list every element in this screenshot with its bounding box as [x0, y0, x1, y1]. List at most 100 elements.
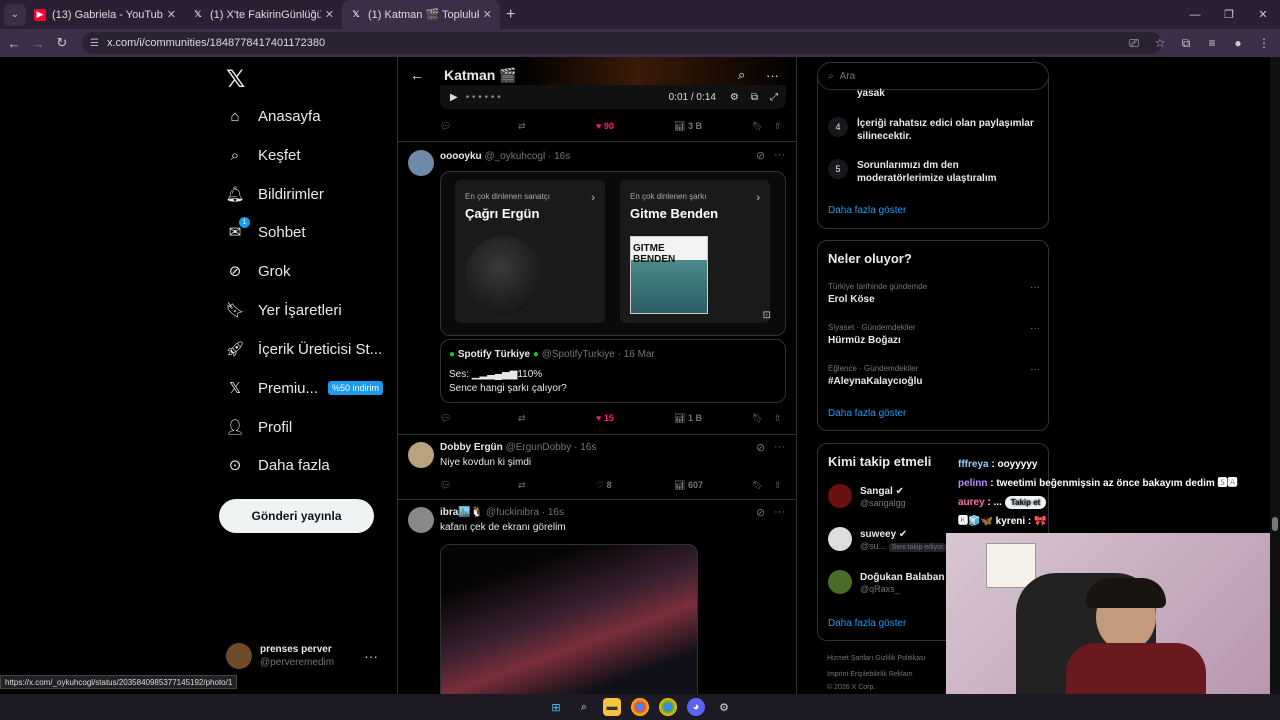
- alt-text-icon[interactable]: ⊡: [763, 310, 771, 321]
- follow-suggestion[interactable]: Sangal ✔ @sangalgg: [828, 484, 906, 508]
- avatar[interactable]: [408, 150, 434, 176]
- more-icon[interactable]: ···: [1030, 323, 1040, 334]
- avatar[interactable]: [408, 507, 434, 533]
- views-button[interactable]: 📊︎ 3 B: [674, 121, 702, 132]
- minimize-icon[interactable]: —: [1178, 9, 1212, 21]
- follow-suggestion[interactable]: suweey ✔ @su... Seni takip ediyor: [828, 527, 947, 552]
- url-field[interactable]: ☰ x.com/i/communities/184877841740117238…: [82, 32, 1162, 54]
- tab-katman[interactable]: 𝕏 (1) Katman 🎬 Topluluk / X ✕: [342, 0, 500, 29]
- trend-item[interactable]: Eğlence · Gündemdekiler #AleynaKalaycıoğl…: [828, 364, 1040, 387]
- views-button[interactable]: 📊︎ 1 B: [674, 413, 702, 424]
- show-more-link[interactable]: Daha fazla göster: [828, 408, 906, 419]
- windows-start-icon[interactable]: ⊞: [547, 698, 565, 716]
- nav-messages[interactable]: ✉ 1 Sohbet: [226, 217, 306, 247]
- scroll-thumb[interactable]: [1272, 517, 1278, 531]
- close-icon[interactable]: ✕: [325, 8, 334, 21]
- app-icon[interactable]: ⚙: [715, 698, 733, 716]
- footer-links[interactable]: Imprint Erişilebilirlik Reklam: [827, 671, 913, 678]
- trend-item[interactable]: Siyaset · Gündemdekiler Hürmüz Boğazı ···: [828, 323, 1040, 346]
- more-icon[interactable]: ···: [364, 648, 378, 664]
- retweet-icon[interactable]: ⇄: [518, 480, 526, 491]
- fullscreen-icon[interactable]: ⤢: [770, 92, 778, 103]
- tweet-author[interactable]: ibra🏙️🐧: [440, 507, 483, 518]
- more-icon[interactable]: ···: [766, 68, 779, 83]
- bookmark-icon[interactable]: 🔖︎: [752, 121, 763, 132]
- close-window-icon[interactable]: ✕: [1246, 8, 1280, 21]
- volume-slider[interactable]: • • • • • •: [466, 92, 501, 103]
- media-card[interactable]: En çok dinlenen sanatçı › Çağrı Ergün En…: [440, 171, 786, 336]
- file-explorer-icon[interactable]: ▬: [603, 698, 621, 716]
- avatar[interactable]: [408, 442, 434, 468]
- pip-icon[interactable]: ⧉: [751, 92, 758, 103]
- play-icon[interactable]: ▶: [450, 92, 458, 103]
- media-icon[interactable]: ≡: [1204, 36, 1220, 50]
- profile-icon[interactable]: ●: [1230, 36, 1246, 50]
- post-button[interactable]: Gönderi yayınla: [219, 499, 374, 533]
- top-song-card[interactable]: En çok dinlenen şarkı › Gitme Benden GIT…: [620, 180, 770, 323]
- reply-icon[interactable]: 💬︎: [440, 121, 451, 132]
- menu-icon[interactable]: ⋮: [1256, 36, 1272, 50]
- retweet-icon[interactable]: ⇄: [518, 121, 526, 132]
- chrome-icon[interactable]: [659, 698, 677, 716]
- retweet-icon[interactable]: ⇄: [518, 413, 526, 424]
- show-more-link[interactable]: Daha fazla göster: [828, 205, 906, 216]
- x-logo-icon[interactable]: 𝕏: [226, 65, 245, 94]
- search-icon[interactable]: ⌕: [738, 67, 745, 83]
- cast-icon[interactable]: ⎚: [1126, 36, 1142, 51]
- nav-profile[interactable]: 👤︎ Profil: [225, 412, 292, 442]
- share-icon[interactable]: ⇧: [774, 121, 782, 132]
- reload-icon[interactable]: ↻: [50, 35, 74, 51]
- more-icon[interactable]: ···: [1030, 282, 1040, 293]
- nav-notifications[interactable]: 🔔︎ Bildirimler: [225, 179, 323, 209]
- top-artist-card[interactable]: En çok dinlenen sanatçı › Çağrı Ergün: [455, 180, 605, 323]
- more-icon[interactable]: ···: [774, 149, 785, 161]
- show-more-link[interactable]: Daha fazla göster: [828, 618, 906, 629]
- grok-icon[interactable]: ⊘: [756, 506, 765, 519]
- reply-icon[interactable]: 💬︎: [440, 413, 451, 424]
- tab-x-fakir[interactable]: 𝕏 (1) X'te FakirinGünlüğü: "Eskiler ✕: [184, 0, 342, 29]
- quote-author[interactable]: Spotify Türkiye: [458, 349, 530, 360]
- tweet-author[interactable]: Dobby Ergün: [440, 442, 503, 453]
- new-tab-button[interactable]: +: [506, 6, 515, 24]
- more-icon[interactable]: ···: [774, 506, 785, 518]
- bookmark-icon[interactable]: 🔖︎: [752, 480, 763, 491]
- back-icon[interactable]: ←: [2, 36, 26, 51]
- chrome-icon[interactable]: [631, 698, 649, 716]
- trend-item[interactable]: Türkiye tarihinde gündemde Erol Köse ···: [828, 282, 1040, 305]
- nav-grok[interactable]: ⊘ Grok: [226, 256, 291, 286]
- footer-links[interactable]: Hizmet Şartları Gizlilik Politikası: [827, 655, 925, 662]
- follow-suggestion[interactable]: Doğukan Balaban @qRaxs_: [828, 570, 944, 594]
- nav-home[interactable]: ⌂ Anasayfa: [226, 101, 320, 131]
- nav-more[interactable]: ⊙ Daha fazla: [226, 450, 330, 480]
- back-arrow-icon[interactable]: ←: [410, 67, 424, 83]
- reply-icon[interactable]: 💬︎: [440, 480, 451, 491]
- discord-icon[interactable]: ◕: [687, 698, 705, 716]
- extensions-icon[interactable]: ⧉: [1178, 36, 1194, 51]
- grok-icon[interactable]: ⊘: [756, 441, 765, 454]
- more-icon[interactable]: ···: [1030, 364, 1040, 375]
- scrollbar[interactable]: [1270, 57, 1280, 694]
- share-icon[interactable]: ⇧: [774, 413, 782, 424]
- like-button[interactable]: ♥ 90: [596, 121, 614, 131]
- quoted-tweet[interactable]: ● Spotify Türkiye ● @SpotifyTurkiye · 16…: [440, 339, 786, 403]
- search-icon[interactable]: ⌕: [575, 698, 593, 716]
- nav-explore[interactable]: ⌕ Keşfet: [226, 140, 301, 170]
- forward-icon[interactable]: →: [26, 36, 50, 51]
- like-button[interactable]: ♥ 15: [596, 413, 614, 423]
- close-icon[interactable]: ✕: [483, 8, 492, 21]
- site-info-icon[interactable]: ☰: [90, 38, 99, 49]
- share-icon[interactable]: ⇧: [774, 480, 782, 491]
- close-icon[interactable]: ✕: [167, 8, 176, 21]
- tab-search-button[interactable]: ⌄: [4, 3, 26, 26]
- tweet-author[interactable]: ooooyku: [440, 151, 482, 162]
- views-button[interactable]: 📊︎ 607: [674, 480, 703, 491]
- bookmark-star-icon[interactable]: ☆: [1152, 36, 1168, 50]
- nav-premium[interactable]: 𝕏 Premiu... %50 indirim: [226, 373, 384, 403]
- follow-button[interactable]: Takip et: [1004, 496, 1047, 509]
- grok-icon[interactable]: ⊘: [756, 149, 765, 162]
- nav-creator-studio[interactable]: 🚀︎ İçerik Üreticisi St...: [225, 334, 382, 364]
- bookmark-icon[interactable]: 🔖︎: [752, 413, 763, 424]
- like-button[interactable]: ♡ 8: [596, 480, 612, 491]
- tab-youtube[interactable]: ▶ (13) Gabriela - YouTube ✕: [26, 0, 184, 29]
- restore-icon[interactable]: ❐: [1212, 8, 1246, 21]
